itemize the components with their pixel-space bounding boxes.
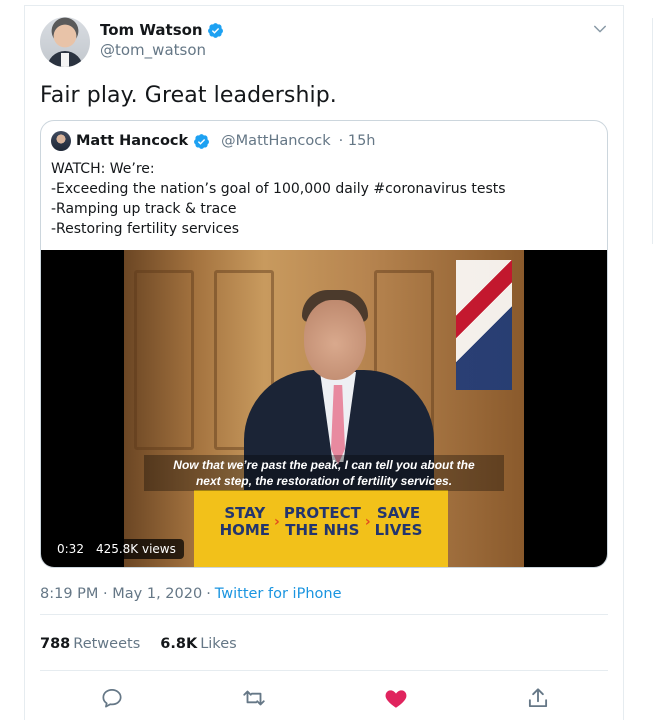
- video-views: 425.8K views: [95, 542, 176, 556]
- tweet-timestamp[interactable]: 8:19 PM · May 1, 2020: [40, 586, 202, 602]
- meta-separator: ·: [206, 586, 211, 602]
- union-flag: [456, 260, 512, 390]
- divider: [40, 670, 608, 671]
- retweet-icon[interactable]: [241, 685, 267, 711]
- quoted-tweet-header: Matt Hancock @MattHancock · 15h: [51, 131, 376, 151]
- quoted-author-handle: @MattHancock: [221, 133, 331, 149]
- speaker: [304, 300, 366, 380]
- verified-badge-icon: [194, 133, 210, 149]
- author-name[interactable]: Tom Watson: [100, 21, 203, 39]
- quoted-text-line: -Exceeding the nation’s goal of 100,000 …: [51, 181, 506, 197]
- video-player[interactable]: STAY HOME › PROTECT THE NHS › SAVE LIVES No…: [41, 250, 607, 567]
- tweet-meta: 8:19 PM · May 1, 2020 · Twitter for iPho…: [40, 586, 342, 602]
- video-duration-badge: 0:32 425.8K views: [49, 539, 184, 559]
- chevron-down-icon[interactable]: [591, 20, 609, 38]
- author-avatar[interactable]: [40, 17, 90, 67]
- tweet-card: Tom Watson @tom_watson Fair play. Great …: [24, 5, 624, 720]
- tweet-actions: [25, 681, 625, 720]
- quoted-author-name: Matt Hancock: [76, 133, 189, 149]
- quoted-tweet[interactable]: Matt Hancock @MattHancock · 15h WATCH: W…: [40, 120, 608, 568]
- quoted-text-line: WATCH: We’re:: [51, 161, 155, 177]
- quoted-tweet-age: · 15h: [338, 133, 376, 149]
- like-icon[interactable]: [383, 685, 409, 711]
- video-caption: Now that we’re past the peak, I can tell…: [144, 455, 504, 491]
- author-block: Tom Watson @tom_watson: [100, 21, 224, 59]
- author-handle[interactable]: @tom_watson: [100, 41, 224, 59]
- tweet-stats: 788 Retweets 6.8K Likes: [40, 636, 237, 652]
- quoted-text-line: -Ramping up track & trace: [51, 201, 237, 217]
- video-duration: 0:32: [57, 542, 84, 556]
- podium-slogan: STAY HOME › PROTECT THE NHS › SAVE LIVES: [219, 504, 423, 539]
- video-frame: STAY HOME › PROTECT THE NHS › SAVE LIVES No…: [124, 250, 524, 567]
- verified-badge-icon: [207, 22, 223, 38]
- quoted-text-line: -Restoring fertility services: [51, 221, 240, 237]
- tweet-text: Fair play. Great leadership.: [40, 83, 337, 108]
- tweet-source-link[interactable]: Twitter for iPhone: [215, 586, 342, 602]
- quoted-author-avatar: [51, 131, 71, 151]
- divider: [40, 614, 608, 615]
- likes-stat[interactable]: 6.8K Likes: [160, 636, 236, 652]
- adjacent-column-edge: [652, 18, 656, 244]
- share-icon[interactable]: [525, 685, 551, 711]
- quoted-tweet-text: WATCH: We’re: -Exceeding the nation’s go…: [51, 159, 506, 239]
- retweets-stat[interactable]: 788 Retweets: [40, 636, 140, 652]
- reply-icon[interactable]: [99, 685, 125, 711]
